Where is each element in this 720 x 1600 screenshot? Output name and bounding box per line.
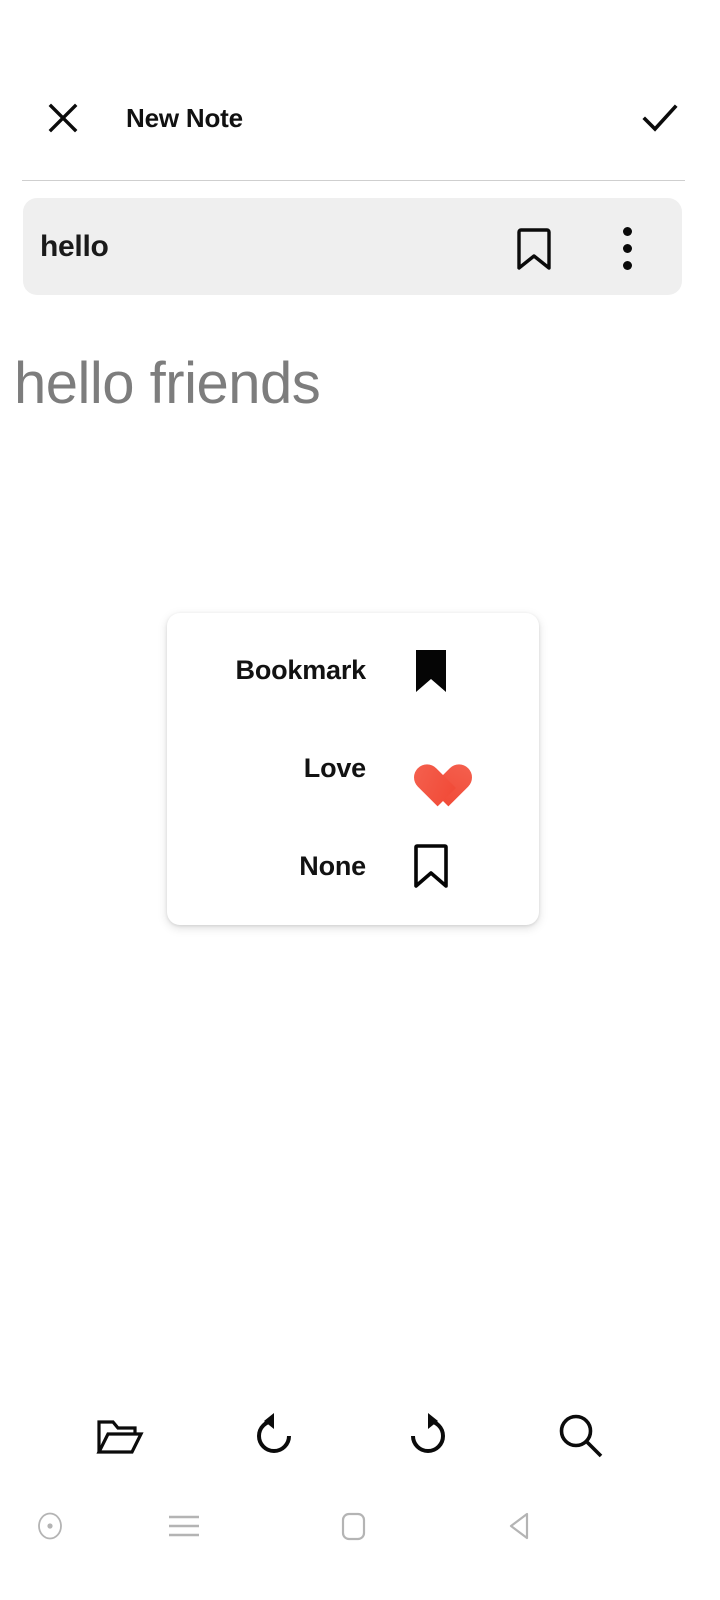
search-button[interactable] <box>549 1405 613 1467</box>
header-divider <box>22 180 685 181</box>
bookmark-toggle-button[interactable] <box>508 222 560 274</box>
open-folder-icon <box>96 1420 144 1454</box>
dialog-option-love[interactable]: Love <box>167 719 539 817</box>
undo-button[interactable] <box>242 1405 306 1467</box>
heart-icon <box>403 740 459 796</box>
dialog-option-bookmark[interactable]: Bookmark <box>167 621 539 719</box>
done-button[interactable] <box>636 94 684 142</box>
check-icon <box>642 104 678 132</box>
dialog-option-label: None <box>299 850 366 881</box>
redo-icon <box>411 1413 445 1453</box>
home-icon <box>341 1512 366 1541</box>
menu-button[interactable] <box>156 1498 212 1554</box>
menu-icon <box>169 1515 199 1537</box>
bookmark-type-dialog: Bookmark Love None <box>167 613 539 925</box>
assistant-dot-icon <box>38 1512 62 1540</box>
note-body-text[interactable]: hello friends <box>14 348 704 420</box>
home-button[interactable] <box>325 1498 381 1554</box>
dialog-option-label: Bookmark <box>235 654 367 685</box>
bookmark-outline-icon <box>403 838 459 894</box>
back-icon <box>509 1512 529 1540</box>
open-folder-button[interactable] <box>88 1405 152 1467</box>
redo-button[interactable] <box>396 1405 460 1467</box>
heart-gloss <box>443 753 450 762</box>
more-vertical-icon-dot-1 <box>622 226 632 236</box>
bookmark-filled-icon <box>403 642 459 698</box>
page-title: New Note <box>126 103 243 133</box>
overflow-menu-button[interactable] <box>604 222 650 274</box>
close-icon <box>48 103 78 133</box>
close-button[interactable] <box>40 95 86 141</box>
app-bar <box>0 78 720 158</box>
dialog-option-label: Love <box>303 752 366 783</box>
dialog-option-none[interactable]: None <box>167 817 539 915</box>
search-icon <box>559 1414 603 1458</box>
back-button[interactable] <box>493 1498 549 1554</box>
note-title-value[interactable]: hello <box>40 228 109 266</box>
assistant-button[interactable] <box>22 1498 78 1554</box>
more-vertical-icon-dot-3 <box>622 260 632 270</box>
undo-icon <box>257 1413 291 1453</box>
more-vertical-icon-dot-2 <box>622 243 632 253</box>
note-title-field[interactable] <box>23 198 682 295</box>
bookmark-outline-icon <box>517 228 551 270</box>
